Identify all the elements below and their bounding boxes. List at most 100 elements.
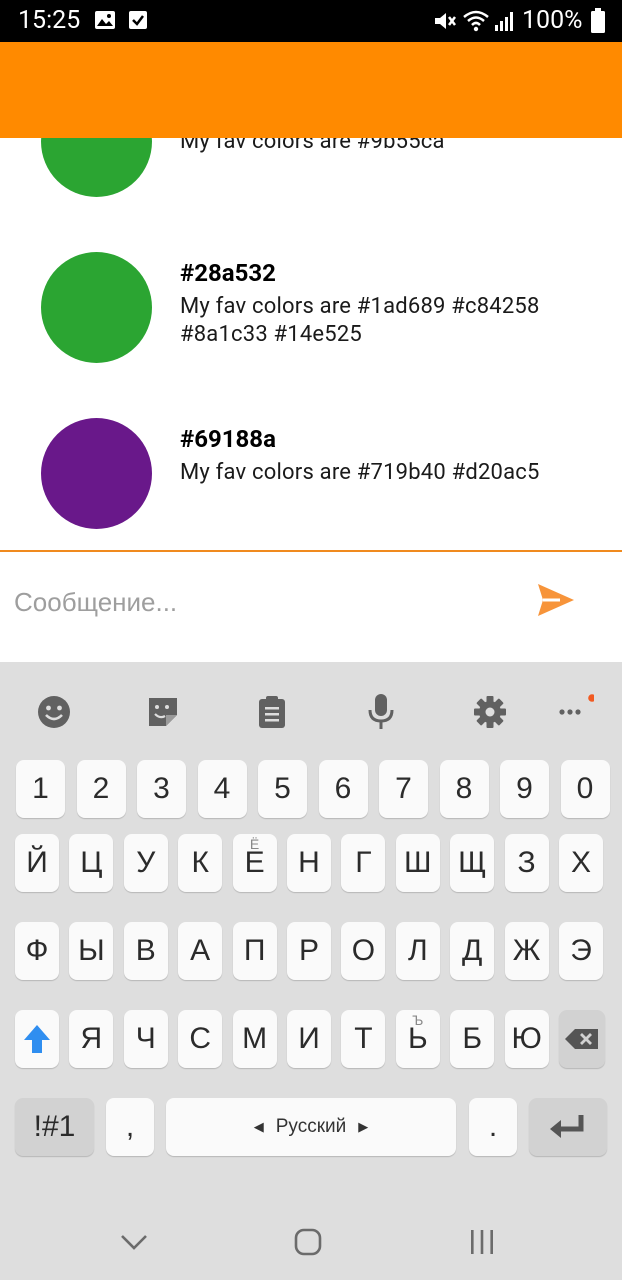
key-letter[interactable]: Ш [395, 834, 440, 892]
key-letter-label: З [517, 846, 536, 879]
key-2-label: 2 [92, 772, 110, 805]
wifi-icon [462, 10, 490, 36]
list-item[interactable]: #28a532 My fav colors are #1ad689 #c8425… [0, 210, 622, 376]
key-letter[interactable]: Ж [504, 922, 549, 980]
key-letter[interactable]: А [178, 922, 223, 980]
key-3[interactable]: 3 [137, 760, 186, 818]
key-letter[interactable]: Ы [69, 922, 114, 980]
message-title: #69188a [180, 425, 276, 453]
comma-key[interactable]: , [106, 1098, 154, 1156]
period-key[interactable]: . [469, 1098, 517, 1156]
key-letter-hint: Ё [249, 836, 260, 852]
key-letter[interactable]: Т [341, 1010, 386, 1068]
key-letter-label: М [242, 1022, 268, 1055]
key-letter[interactable]: Ф [15, 922, 59, 980]
key-letter-label: В [135, 934, 156, 967]
key-letter[interactable]: ЕЁ [232, 834, 277, 892]
key-letter[interactable]: Э [559, 922, 603, 980]
key-letter[interactable]: Щ [450, 834, 495, 892]
key-letter[interactable]: В [123, 922, 168, 980]
navigation-bar [0, 1202, 622, 1280]
key-letter[interactable]: М [232, 1010, 277, 1068]
more-icon[interactable] [554, 692, 594, 732]
key-letter[interactable]: Х [559, 834, 603, 892]
key-1-label: 1 [32, 772, 49, 805]
key-letter-label: У [136, 846, 156, 879]
key-letter[interactable]: Ц [69, 834, 114, 892]
enter-key[interactable] [529, 1098, 607, 1156]
key-letter[interactable]: У [123, 834, 168, 892]
shift-icon [24, 1025, 50, 1053]
soft-keyboard: 1 2 3 4 5 6 7 8 9 0 ЙЦУ К ЕЁ Н ГШЩЗ Х ФЫВ АПРОЛ ДЖЭ ЯЧСМИ ТЬ… [0, 662, 622, 1280]
key-letter[interactable]: И [287, 1010, 331, 1068]
sticker-icon[interactable] [143, 692, 183, 732]
emoji-icon[interactable] [34, 692, 74, 732]
back-icon[interactable] [114, 1222, 154, 1262]
key-letter-label: Ч [135, 1022, 156, 1055]
symbols-key[interactable]: !#1 [15, 1098, 94, 1156]
app-toolbar [0, 42, 622, 138]
key-letter-label: Ш [404, 846, 432, 879]
key-letter[interactable]: ЬЪ [395, 1010, 440, 1068]
key-letter-label: П [243, 934, 266, 967]
keyboard-toolbar [0, 662, 622, 758]
key-letter-label: Ф [25, 934, 49, 967]
key-letter-label: И [298, 1022, 320, 1055]
key-letter[interactable]: П [232, 922, 277, 980]
key-7-label: 7 [395, 772, 412, 805]
arrow-left-icon: ◀ [253, 1119, 264, 1134]
key-8[interactable]: 8 [439, 760, 489, 818]
key-4-label: 4 [213, 772, 231, 805]
key-8-label: 8 [455, 772, 473, 805]
key-5[interactable]: 5 [258, 760, 307, 818]
key-letter[interactable]: Г [341, 834, 386, 892]
key-0[interactable]: 0 [560, 760, 610, 818]
key-letter[interactable]: О [341, 922, 386, 980]
settings-icon[interactable] [470, 692, 510, 732]
key-letter-label: Х [570, 846, 591, 879]
recents-icon[interactable] [462, 1222, 502, 1262]
key-letter[interactable]: Н [287, 834, 331, 892]
key-letter[interactable]: Ю [504, 1010, 549, 1068]
key-letter[interactable]: Д [450, 922, 495, 980]
key-letter-label: Л [407, 934, 428, 967]
key-0-label: 0 [576, 772, 594, 805]
list-item[interactable]: #69188a My fav colors are #719b40 #d20ac… [0, 376, 622, 550]
key-letter[interactable]: Р [287, 922, 331, 980]
status-time: 15:25 [18, 6, 81, 35]
key-4[interactable]: 4 [197, 760, 247, 818]
key-letter-label: С [189, 1022, 212, 1055]
clipboard-icon[interactable] [252, 692, 292, 732]
key-1[interactable]: 1 [16, 760, 65, 818]
send-button[interactable] [536, 582, 580, 622]
key-letter-hint: Ъ [412, 1012, 424, 1028]
shift-key[interactable] [15, 1010, 59, 1068]
key-letter-label: Р [298, 934, 319, 967]
key-letter-label: А [190, 934, 211, 967]
key-letter-label: Ю [511, 1022, 542, 1055]
key-letter[interactable]: Я [69, 1010, 114, 1068]
send-icon [538, 584, 574, 616]
key-letter[interactable]: З [504, 834, 549, 892]
microphone-icon[interactable] [361, 692, 401, 732]
key-letter[interactable]: Л [395, 922, 440, 980]
backspace-key[interactable] [559, 1010, 605, 1068]
key-9[interactable]: 9 [500, 760, 549, 818]
key-9-label: 9 [516, 772, 533, 805]
home-icon[interactable] [288, 1222, 328, 1262]
space-key[interactable]: ◀ Русский ▶ [166, 1098, 456, 1156]
key-letter[interactable]: К [178, 834, 223, 892]
key-letter[interactable]: Й [15, 834, 59, 892]
key-7[interactable]: 7 [379, 760, 428, 818]
key-3-label: 3 [153, 772, 170, 805]
key-letter[interactable]: С [178, 1010, 223, 1068]
key-6[interactable]: 6 [318, 760, 368, 818]
symbols-key-label: !#1 [33, 1110, 76, 1143]
key-letter-label: Я [80, 1022, 103, 1055]
message-input[interactable] [14, 580, 514, 624]
key-2[interactable]: 2 [76, 760, 126, 818]
message-composer [0, 552, 622, 662]
key-letter-label: Ж [512, 934, 541, 967]
key-letter[interactable]: Б [450, 1010, 495, 1068]
key-letter[interactable]: Ч [123, 1010, 168, 1068]
